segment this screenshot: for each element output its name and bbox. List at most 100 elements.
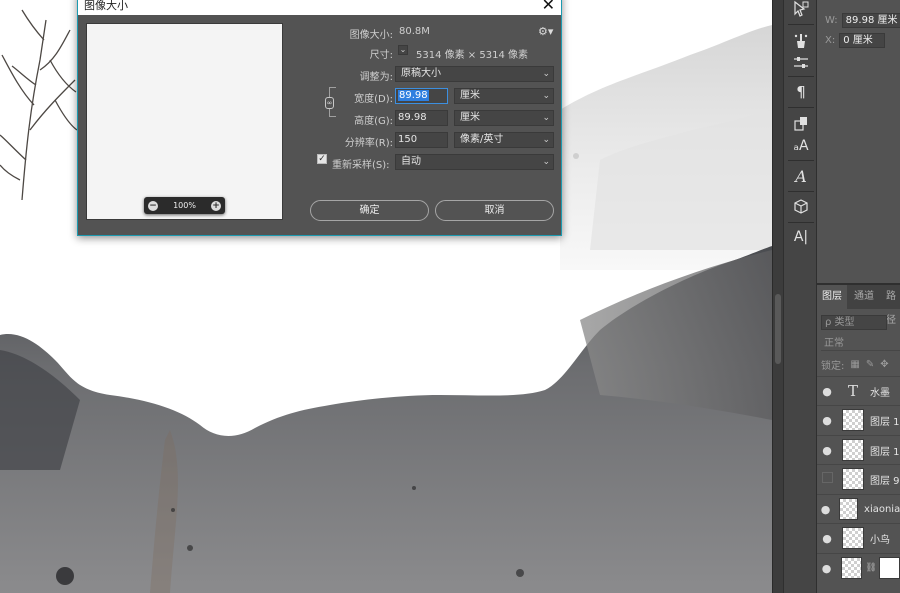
lock-transparent-icon[interactable]: ▦ (850, 359, 859, 370)
scrollbar-thumb[interactable] (775, 294, 781, 364)
layer-name: 水墨 (870, 387, 890, 399)
layer-thumbnail (842, 468, 864, 490)
resolution-value: 150 (398, 134, 418, 145)
panel-icon-strip: ¶ ₐA A A| (783, 0, 817, 593)
width-unit-select[interactable]: 厘米 ⌄ (454, 88, 554, 104)
eye-icon[interactable]: ● (817, 444, 837, 457)
chevron-down-icon[interactable]: ⌄ (398, 45, 408, 55)
text-layer-icon: T (847, 382, 858, 400)
character-style-icon[interactable]: ₐA (788, 133, 814, 159)
image-size-label: 图像大小: (349, 30, 393, 41)
image-preview[interactable]: − 100% + (86, 23, 283, 220)
layer-row[interactable]: 图层 9 (817, 464, 900, 493)
blend-mode-select[interactable]: 正常 (821, 337, 900, 351)
image-size-value: 80.8M (399, 26, 430, 37)
dialog-title: 图像大小 (84, 0, 128, 12)
text-cursor-icon[interactable]: A| (788, 224, 814, 250)
lock-paint-icon[interactable]: ✎ (866, 359, 874, 370)
zoom-in-icon[interactable]: + (211, 200, 221, 211)
prop-x-label: X: (825, 35, 836, 46)
chevron-down-icon: ⌄ (542, 135, 550, 145)
prop-x-field[interactable]: 0 厘米 (839, 33, 886, 48)
layer-name: 图层 1 (870, 416, 900, 428)
layer-row[interactable]: ● 图层 1 (817, 405, 900, 434)
layers-panel: 图层 通道 路径 ρ 类型 正常 锁定: ▦ ✎ ✥ ● T 水墨 ● 图层 1… (817, 283, 900, 593)
eye-icon[interactable]: ● (817, 385, 837, 398)
width-value: 89.98 (398, 90, 429, 101)
eye-icon[interactable]: ● (817, 532, 837, 545)
mask-link-icon[interactable]: ⛓ (865, 563, 876, 573)
eye-icon[interactable]: ● (817, 503, 834, 516)
layer-thumbnail (842, 527, 864, 549)
cancel-button[interactable]: 取消 (435, 200, 554, 221)
width-unit: 厘米 (460, 90, 480, 101)
chevron-down-icon: ⌄ (542, 69, 550, 79)
lock-move-icon[interactable]: ✥ (880, 359, 888, 370)
prop-width-field[interactable]: 89.98 厘米 (841, 13, 900, 28)
ok-button[interactable]: 确定 (310, 200, 429, 221)
eye-icon[interactable]: ● (817, 562, 836, 575)
layer-row[interactable]: ● ⛓ (817, 553, 900, 582)
dimensions-label: 尺寸: (369, 50, 393, 61)
prop-x-row: X: 0 厘米 (825, 33, 886, 48)
resolution-unit: 像素/英寸 (460, 134, 504, 145)
prop-width-row: W: 89.98 厘米 G (825, 13, 900, 28)
eye-hidden-icon[interactable] (817, 472, 837, 486)
layer-thumbnail (842, 409, 864, 431)
height-unit-select[interactable]: 厘米 ⌄ (454, 110, 554, 126)
layer-row[interactable]: ● 小鸟 (817, 523, 900, 552)
layer-thumbnail (842, 439, 864, 461)
tab-paths[interactable]: 路径 (881, 285, 900, 326)
bare-tree (0, 9, 78, 201)
eye-icon[interactable]: ● (817, 414, 837, 427)
height-label: 高度(G): (354, 116, 393, 127)
layers-tab-bar: 图层 通道 路径 (817, 285, 900, 326)
resample-select[interactable]: 自动 ⌄ (395, 154, 554, 170)
lock-label: 锁定: (821, 361, 845, 372)
3d-cube-icon[interactable] (788, 194, 814, 220)
gear-icon[interactable]: ⚙▾ (538, 25, 553, 38)
layer-name: 图层 9 (870, 475, 900, 487)
resample-label: 重新采样(S): (332, 160, 390, 171)
resolution-input[interactable]: 150 (395, 132, 448, 148)
adjust-sliders-icon[interactable] (788, 50, 814, 76)
fit-to-label: 调整为: (359, 72, 393, 83)
prop-width-label: W: (825, 15, 838, 26)
chevron-down-icon: ⌄ (542, 157, 550, 167)
layer-row[interactable]: ● T 水墨 (817, 376, 900, 405)
tab-channels[interactable]: 通道 (849, 285, 879, 309)
properties-panel: W: 89.98 厘米 G X: 0 厘米 (817, 0, 900, 283)
width-label: 宽度(D): (354, 94, 393, 105)
zoom-out-icon[interactable]: − (148, 200, 158, 211)
dimensions-value: 5314 像素 × 5314 像素 (416, 50, 528, 61)
zoom-level: 100% (173, 201, 196, 210)
dialog-titlebar[interactable]: 图像大小 ✕ (78, 0, 561, 15)
layer-row[interactable]: ● xiaoniao (817, 494, 900, 523)
image-size-dialog: 图像大小 ✕ − 100% + 图像大小: 80.8M ⚙▾ 尺寸: ⌄ 531… (77, 0, 562, 236)
path-select-icon[interactable] (788, 0, 814, 22)
tab-layers[interactable]: 图层 (817, 285, 847, 309)
height-input[interactable]: 89.98 (395, 110, 448, 126)
fit-to-value: 原稿大小 (401, 68, 441, 79)
layer-thumbnail (841, 557, 863, 579)
height-value: 89.98 (398, 112, 427, 123)
layer-thumbnail (839, 498, 859, 520)
layer-name: 小鸟 (870, 534, 890, 546)
chevron-down-icon: ⌄ (542, 113, 550, 123)
layer-row[interactable]: ● 图层 1 (817, 435, 900, 464)
lock-row: 锁定: ▦ ✎ ✥ (821, 357, 889, 372)
resample-value: 自动 (401, 156, 421, 167)
glyph-icon[interactable]: A (788, 163, 814, 189)
paragraph-icon[interactable]: ¶ (788, 79, 814, 105)
resample-checkbox[interactable]: ✓ (317, 154, 327, 164)
layer-mask-thumbnail[interactable] (878, 557, 900, 579)
layer-name: 图层 1 (870, 446, 900, 458)
canvas-vertical-scrollbar[interactable] (772, 0, 783, 593)
layer-name: xiaoniao (864, 503, 900, 515)
layer-filter-select[interactable]: ρ 类型 (821, 315, 887, 330)
resolution-unit-select[interactable]: 像素/英寸 ⌄ (454, 132, 554, 148)
close-icon[interactable]: ✕ (542, 0, 555, 13)
fit-to-select[interactable]: 原稿大小 ⌄ (395, 66, 554, 82)
width-input[interactable]: 89.98 (395, 88, 448, 104)
height-unit: 厘米 (460, 112, 480, 123)
